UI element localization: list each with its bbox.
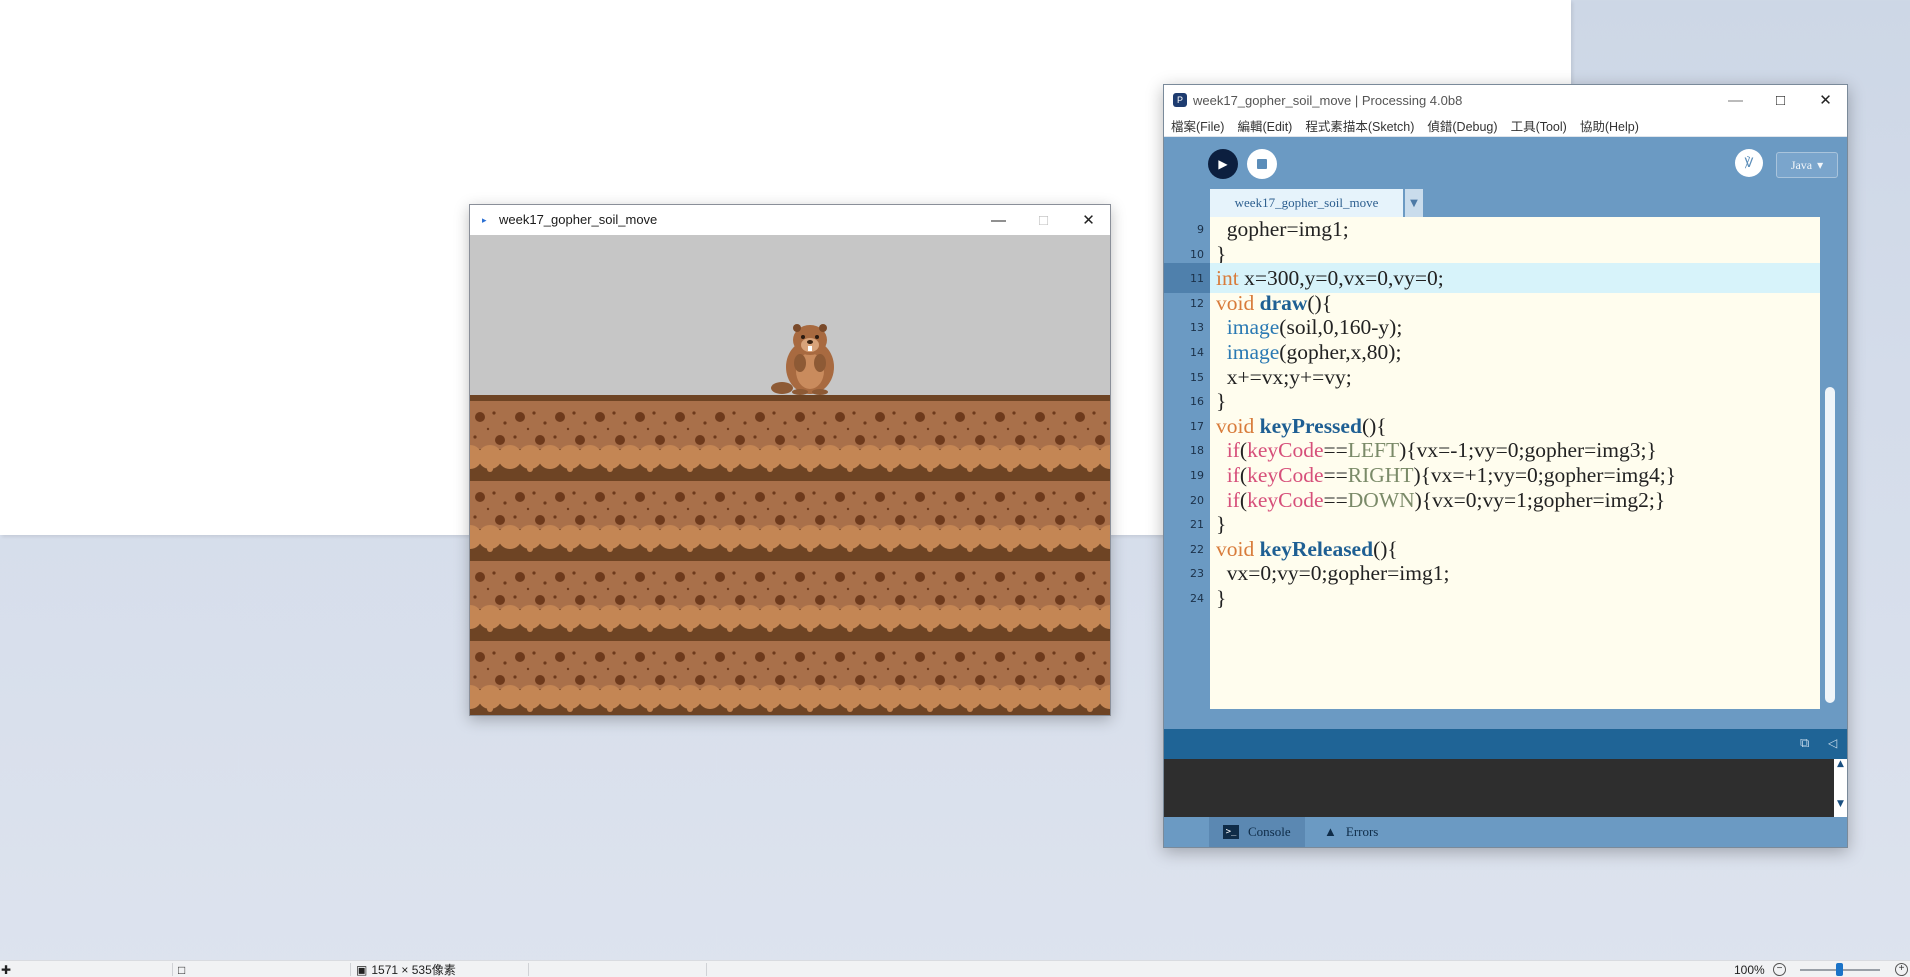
close-button[interactable]: ✕ [1803, 85, 1848, 115]
console-header-bar: ⧉ ◁ [1164, 729, 1847, 759]
console-scrollbar[interactable]: ▲ ▼ [1834, 759, 1847, 817]
status-divider [172, 963, 173, 976]
sketch-window-title: week17_gopher_soil_move [499, 212, 658, 227]
sketch-window: ▸ week17_gopher_soil_move — □ ✕ [469, 204, 1111, 716]
code-editor[interactable]: 9 gopher=img1; 10} 11 int x=300,y=0,vx=0,vy… [1164, 217, 1847, 709]
menu-file[interactable]: 檔案(File) [1171, 116, 1224, 135]
plus-icon: + [1895, 963, 1908, 976]
status-divider [528, 963, 529, 976]
status-divider [706, 963, 707, 976]
menu-edit[interactable]: 編輯(Edit) [1237, 116, 1292, 135]
zoom-slider-thumb[interactable] [1836, 963, 1843, 976]
editor-tab-row: week17_gopher_soil_move ▼ [1164, 189, 1847, 217]
image-size-item: ▣ 1571 × 535像素 [356, 962, 456, 977]
processing-app-icon: ▸ [482, 215, 487, 225]
status-divider [350, 963, 351, 976]
console-tab-label: Console [1248, 824, 1291, 839]
image-size-icon: ▣ [356, 962, 368, 977]
ide-titlebar[interactable]: P week17_gopher_soil_move | Processing 4… [1164, 85, 1847, 115]
close-button[interactable]: ✕ [1066, 205, 1111, 235]
cursor-position-icon: ✚ [1, 962, 12, 977]
terminal-icon: >_ [1223, 825, 1239, 839]
caret-down-icon: ▼ [1410, 197, 1418, 209]
play-icon: ▶ [1218, 157, 1228, 171]
maximize-button[interactable]: □ [1758, 85, 1803, 115]
console-output[interactable] [1164, 759, 1847, 817]
menu-bar: 檔案(File) 編輯(Edit) 程式素描本(Sketch) 偵錯(Debug… [1164, 115, 1847, 137]
code-text: } [1216, 586, 1227, 610]
run-button[interactable]: ▶ [1208, 149, 1238, 179]
gopher-sprite [771, 324, 834, 395]
menu-sketch[interactable]: 程式素描本(Sketch) [1305, 116, 1414, 135]
debugger-button[interactable]: ℣ [1735, 149, 1763, 177]
menu-debug[interactable]: 偵錯(Debug) [1427, 116, 1497, 135]
ide-window-title: week17_gopher_soil_move | Processing 4.0… [1193, 93, 1463, 108]
console-tab[interactable]: >_ Console [1209, 817, 1305, 847]
editor-tab[interactable]: week17_gopher_soil_move [1210, 189, 1403, 217]
ide-toolbar: ▶ ℣ Java ▾ [1164, 137, 1847, 197]
processing-ide-window: P week17_gopher_soil_move | Processing 4… [1163, 84, 1848, 848]
butterfly-icon: ℣ [1744, 155, 1754, 171]
menu-help[interactable]: 協助(Help) [1580, 116, 1639, 135]
caret-down-icon: ▾ [1817, 157, 1824, 172]
minus-icon: − [1773, 963, 1786, 976]
minimize-button[interactable]: — [1713, 85, 1758, 115]
zoom-level: 100% [1734, 962, 1765, 977]
minimize-button[interactable]: — [976, 205, 1021, 235]
selection-icon: □ [178, 962, 186, 977]
sketch-canvas[interactable] [470, 235, 1110, 715]
mode-selector[interactable]: Java ▾ [1776, 152, 1838, 178]
editor-scrollbar-thumb[interactable] [1825, 387, 1835, 703]
line-number: 24 [1190, 592, 1204, 605]
scroll-down-icon[interactable]: ▼ [1834, 799, 1847, 809]
copy-console-icon[interactable]: ⧉ [1800, 736, 1809, 751]
mode-label: Java [1790, 157, 1813, 172]
code-line[interactable]: 24} [1164, 583, 1820, 613]
warning-icon: ▲ [1324, 824, 1337, 839]
soil-image [470, 395, 1110, 715]
scroll-up-icon[interactable]: ▲ [1834, 759, 1847, 769]
sketch-titlebar[interactable]: ▸ week17_gopher_soil_move — □ ✕ [470, 205, 1110, 235]
tab-menu-button[interactable]: ▼ [1405, 189, 1423, 217]
errors-tab[interactable]: ▲ Errors [1310, 817, 1392, 847]
processing-logo-icon: P [1173, 93, 1187, 107]
zoom-out-button[interactable]: − [1773, 962, 1786, 977]
maximize-button[interactable]: □ [1021, 205, 1066, 235]
status-bar: ✚ □ ▣ 1571 × 535像素 100% − + [0, 960, 1910, 977]
errors-tab-label: Errors [1345, 824, 1379, 839]
collapse-console-icon[interactable]: ◁ [1828, 736, 1837, 750]
ide-footer: >_ Console ▲ Errors [1164, 817, 1847, 847]
stop-button[interactable] [1247, 149, 1277, 179]
image-size-text: 1571 × 535像素 [371, 963, 456, 977]
zoom-in-button[interactable]: + [1895, 962, 1908, 977]
menu-tool[interactable]: 工具(Tool) [1511, 116, 1567, 135]
stop-icon [1257, 159, 1267, 169]
